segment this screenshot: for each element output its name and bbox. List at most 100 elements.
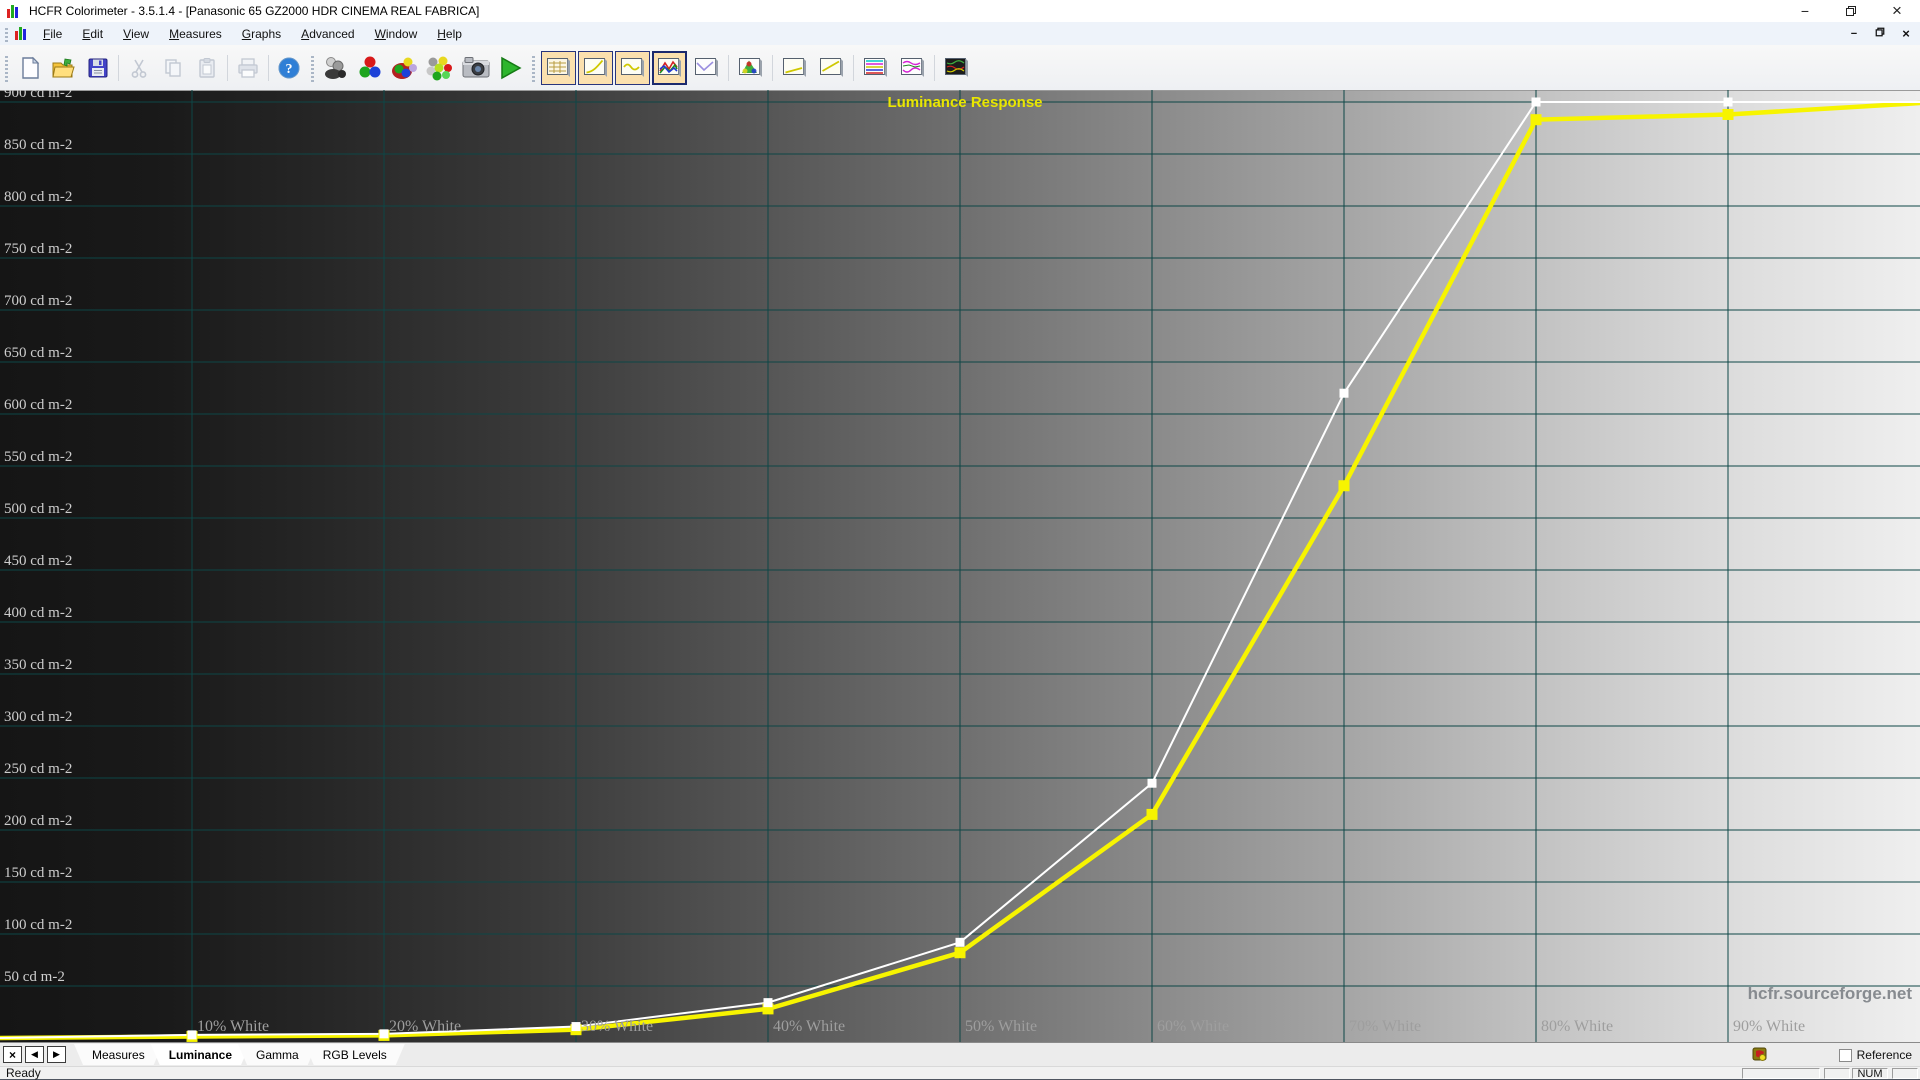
close-tab-button[interactable]: × <box>3 1046 22 1063</box>
app-logo-icon <box>7 5 21 18</box>
menu-help[interactable]: Help <box>427 22 472 45</box>
view-near-white-button[interactable] <box>814 51 849 85</box>
measure-all-colors-button[interactable] <box>421 51 455 85</box>
toolbar-separator <box>118 55 119 81</box>
rgb-balls-icon <box>357 55 383 81</box>
menubar-grip[interactable] <box>5 26 8 42</box>
reference-label: Reference <box>1857 1048 1912 1062</box>
view-rgb-levels-button[interactable] <box>652 51 687 85</box>
menu-view[interactable]: View <box>113 22 159 45</box>
saturation-lines-icon <box>863 57 889 79</box>
menu-window[interactable]: Window <box>365 22 428 45</box>
print-button[interactable] <box>231 51 265 85</box>
y-tick-label: 300 cd m-2 <box>4 709 72 725</box>
view-saturation-luminance-button[interactable] <box>858 51 893 85</box>
toolbar-grip-3[interactable] <box>532 54 535 82</box>
menu-edit[interactable]: Edit <box>72 22 113 45</box>
reference-white-marker <box>1340 389 1349 398</box>
y-tick-label: 550 cd m-2 <box>4 449 72 465</box>
measured-yellow-marker <box>1723 109 1734 120</box>
menu-advanced[interactable]: Advanced <box>291 22 364 45</box>
tab-gamma[interactable]: Gamma <box>238 1044 317 1065</box>
window-title: HCFR Colorimeter - 3.5.1.4 - [Panasonic … <box>29 4 479 18</box>
run-measures-button[interactable] <box>493 51 527 85</box>
new-file-icon <box>19 56 41 80</box>
graph-tab-bar: × ◀ ▶ Measures Luminance Gamma RGB Level… <box>0 1042 1920 1066</box>
toolbar-grip-2[interactable] <box>311 54 314 82</box>
sensor-settings-button[interactable] <box>319 51 353 85</box>
paste-button[interactable] <box>190 51 224 85</box>
open-file-button[interactable] <box>47 51 81 85</box>
measured-yellow-marker <box>955 947 966 958</box>
y-tick-label: 350 cd m-2 <box>4 657 72 673</box>
y-tick-label: 500 cd m-2 <box>4 501 72 517</box>
toolbar-separator <box>934 55 935 81</box>
view-color-shift-button[interactable] <box>895 51 930 85</box>
free-measures-icon <box>944 57 970 79</box>
reference-white-marker <box>572 1022 581 1031</box>
cut-button[interactable] <box>122 51 156 85</box>
y-tick-label: 600 cd m-2 <box>4 397 72 413</box>
restore-button[interactable] <box>1828 0 1874 22</box>
svg-text:?: ? <box>286 62 293 77</box>
toolbar-grip-1[interactable] <box>5 54 8 82</box>
new-file-button[interactable] <box>13 51 47 85</box>
x-tick-label: 90% White <box>1733 1018 1805 1035</box>
minimize-button[interactable]: − <box>1782 0 1828 22</box>
mdi-close-button[interactable]: × <box>1898 26 1914 41</box>
paste-clipboard-icon <box>196 57 218 79</box>
rgb-levels-icon <box>657 57 683 79</box>
cut-scissors-icon <box>129 57 149 79</box>
menu-measures[interactable]: Measures <box>159 22 232 45</box>
color-shift-icon <box>900 57 926 79</box>
copy-button[interactable] <box>156 51 190 85</box>
mdi-minimize-button[interactable]: − <box>1846 28 1862 40</box>
measured-yellow-marker <box>1147 809 1158 820</box>
scroll-tabs-left-button[interactable]: ◀ <box>25 1046 44 1063</box>
play-icon <box>497 55 523 81</box>
capture-button[interactable] <box>459 51 493 85</box>
mdi-child-icon[interactable] <box>15 27 29 40</box>
title-bar: HCFR Colorimeter - 3.5.1.4 - [Panasonic … <box>0 0 1920 22</box>
tab-luminance[interactable]: Luminance <box>151 1044 250 1065</box>
view-cie-chart-button[interactable] <box>733 51 768 85</box>
close-button[interactable]: × <box>1874 0 1920 22</box>
tab-rgb-levels[interactable]: RGB Levels <box>305 1044 405 1065</box>
x-tick-label: 20% White <box>389 1018 461 1035</box>
view-color-temperature-button[interactable] <box>689 51 724 85</box>
status-pane-1 <box>1742 1068 1820 1079</box>
near-white-icon <box>819 57 845 79</box>
reference-checkbox[interactable] <box>1839 1049 1852 1062</box>
reference-white-marker <box>1532 98 1541 107</box>
view-luminance-button[interactable] <box>578 51 613 85</box>
view-free-measures-button[interactable] <box>939 51 974 85</box>
chart-title: Luminance Response <box>887 94 1042 111</box>
x-tick-label: 50% White <box>965 1018 1037 1035</box>
y-tick-label: 850 cd m-2 <box>4 137 72 153</box>
reference-toggle[interactable]: Reference <box>1839 1048 1912 1062</box>
measure-grayscale-button[interactable] <box>353 51 387 85</box>
copy-icon <box>162 57 184 79</box>
tab-measures[interactable]: Measures <box>74 1044 163 1065</box>
toolbar: ? <box>0 45 1920 90</box>
scroll-tabs-right-button[interactable]: ▶ <box>47 1046 66 1063</box>
measure-primaries-button[interactable] <box>387 51 421 85</box>
mdi-restore-icon <box>1875 27 1885 37</box>
menu-file[interactable]: File <box>33 22 72 45</box>
y-tick-label: 200 cd m-2 <box>4 813 72 829</box>
near-black-icon <box>782 57 808 79</box>
view-measures-table-button[interactable] <box>541 51 576 85</box>
color-temperature-icon <box>694 57 720 79</box>
y-tick-label: 250 cd m-2 <box>4 761 72 777</box>
mdi-restore-button[interactable] <box>1872 27 1888 40</box>
x-tick-label: 70% White <box>1349 1018 1421 1035</box>
luminance-chart-pane: 900 cd m-2850 cd m-2800 cd m-2750 cd m-2… <box>0 90 1920 1042</box>
view-gamma-button[interactable] <box>615 51 650 85</box>
about-button[interactable]: ? <box>272 51 306 85</box>
reference-white-marker <box>380 1029 389 1038</box>
save-button[interactable] <box>81 51 115 85</box>
print-icon <box>236 57 260 79</box>
menu-graphs[interactable]: Graphs <box>232 22 291 45</box>
primaries-balls-icon <box>390 55 418 81</box>
view-near-black-button[interactable] <box>777 51 812 85</box>
